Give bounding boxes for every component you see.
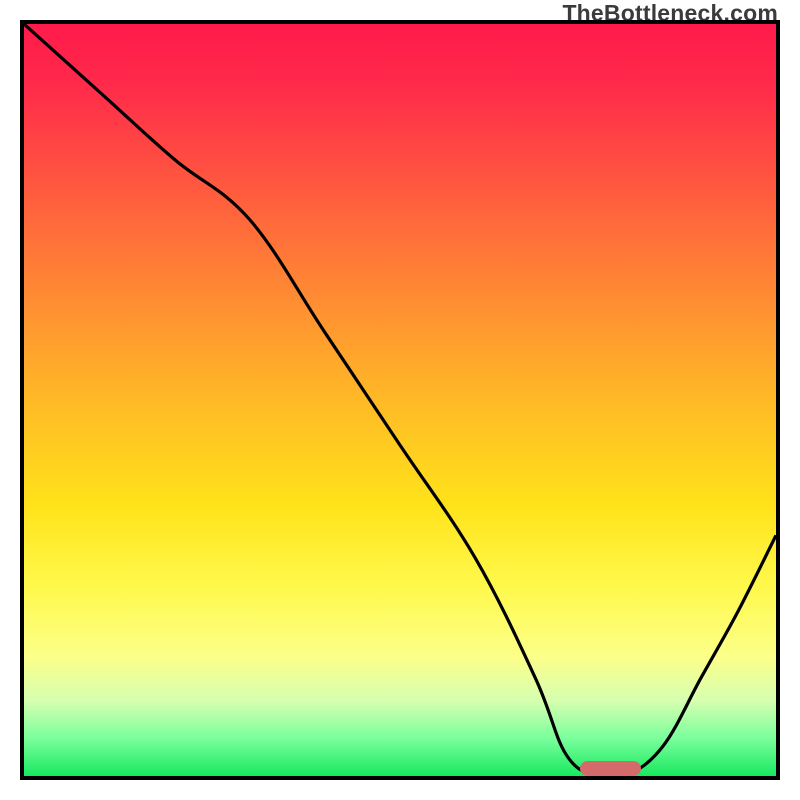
chart-curve — [24, 24, 776, 776]
optimal-marker — [580, 761, 640, 776]
bottleneck-curve-path — [24, 24, 776, 776]
chart-frame — [20, 20, 780, 780]
